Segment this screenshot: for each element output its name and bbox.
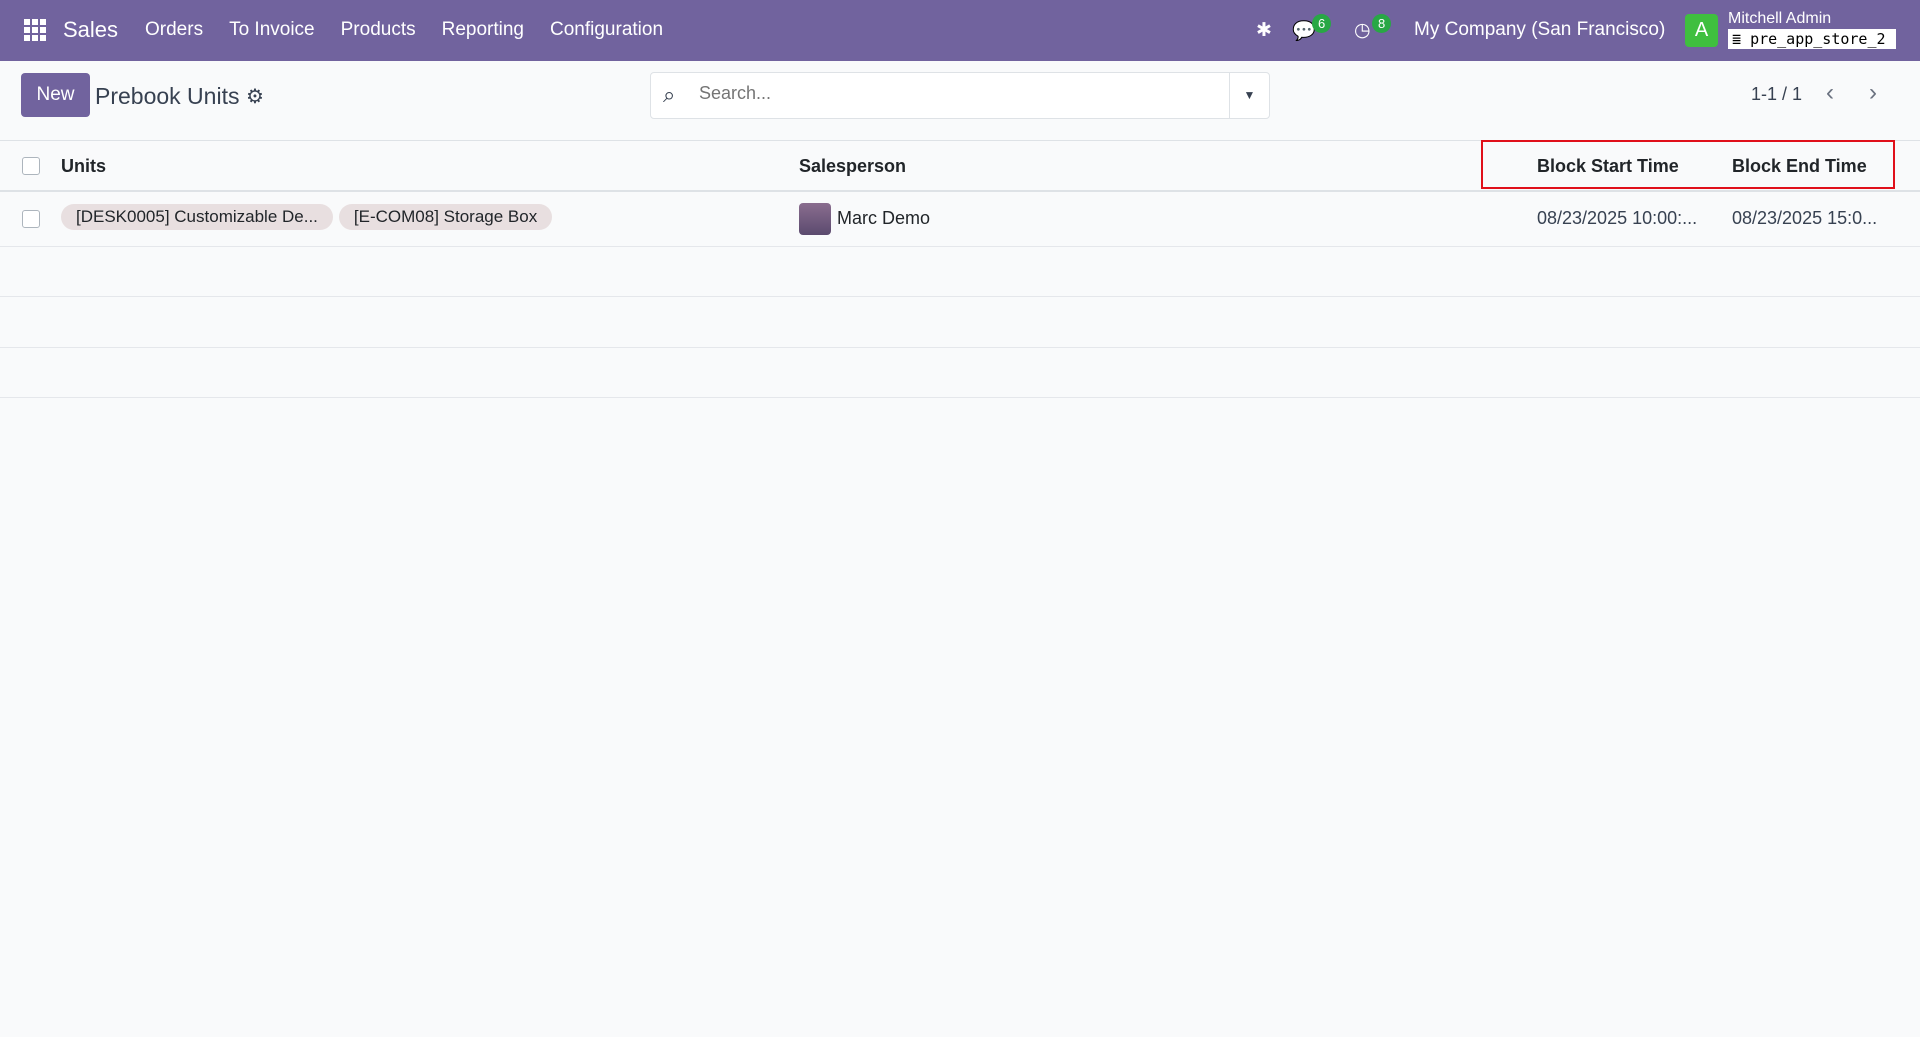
block-end-cell: 08/23/2025 15:0...: [1732, 208, 1878, 228]
highlight-box: [1481, 140, 1895, 189]
search-icon: ⌕: [663, 82, 676, 107]
salesperson-avatar: [799, 203, 831, 235]
apps-menu-icon[interactable]: [24, 19, 46, 41]
messages-badge: 6: [1312, 14, 1332, 33]
database-icon: ≣: [1732, 30, 1742, 48]
select-all-checkbox[interactable]: [22, 157, 40, 175]
block-start-cell: 08/23/2025 10:00:...: [1537, 208, 1698, 228]
activity-clock-icon[interactable]: ◷: [1354, 19, 1371, 42]
user-name[interactable]: Mitchell Admin: [1728, 10, 1831, 28]
pager-value[interactable]: 1-1 / 1: [1751, 84, 1802, 105]
column-salesperson[interactable]: Salesperson: [799, 156, 906, 177]
new-button[interactable]: New: [21, 73, 90, 117]
unit-tag: [E-COM08] Storage Box: [338, 204, 553, 230]
row-checkbox[interactable]: [22, 210, 40, 228]
menu-configuration[interactable]: Configuration: [550, 19, 663, 41]
empty-row: [0, 247, 1920, 297]
menu-to-invoice[interactable]: To Invoice: [229, 19, 315, 41]
search-input[interactable]: [699, 83, 1199, 104]
gear-icon[interactable]: ⚙: [246, 84, 264, 109]
salesperson-name: Marc Demo: [837, 207, 931, 228]
top-navbar: Sales Orders To Invoice Products Reporti…: [0, 0, 1920, 61]
company-switcher[interactable]: My Company (San Francisco): [1414, 19, 1665, 41]
page-title: Prebook Units: [95, 83, 240, 109]
units-tags: [DESK0005] Customizable De... [E-COM08] S…: [61, 204, 558, 230]
menu-orders[interactable]: Orders: [145, 19, 203, 41]
chevron-left-icon[interactable]: ‹: [1826, 79, 1834, 107]
bug-icon[interactable]: ✱: [1256, 19, 1272, 42]
activities-badge: 8: [1372, 14, 1392, 33]
search-options-toggle[interactable]: ▼: [1229, 73, 1269, 118]
menu-products[interactable]: Products: [341, 19, 416, 41]
unit-tag: [DESK0005] Customizable De...: [61, 204, 333, 230]
chevron-right-icon[interactable]: ›: [1869, 79, 1877, 107]
column-units[interactable]: Units: [61, 156, 106, 177]
control-panel: New Prebook Units ⚙ ⌕ ▼ 1-1 / 1 ‹ ›: [0, 61, 1920, 141]
empty-row: [0, 297, 1920, 348]
salesperson-cell: Marc Demo: [799, 203, 930, 235]
database-label: pre_app_store_2: [1750, 30, 1886, 48]
user-avatar[interactable]: A: [1685, 14, 1718, 47]
database-name: ≣ pre_app_store_2: [1728, 29, 1896, 49]
menu-reporting[interactable]: Reporting: [442, 19, 524, 41]
table-row[interactable]: [DESK0005] Customizable De... [E-COM08] S…: [0, 192, 1920, 247]
app-name[interactable]: Sales: [63, 17, 118, 43]
empty-row: [0, 348, 1920, 398]
search-bar: ⌕ ▼: [650, 72, 1270, 119]
